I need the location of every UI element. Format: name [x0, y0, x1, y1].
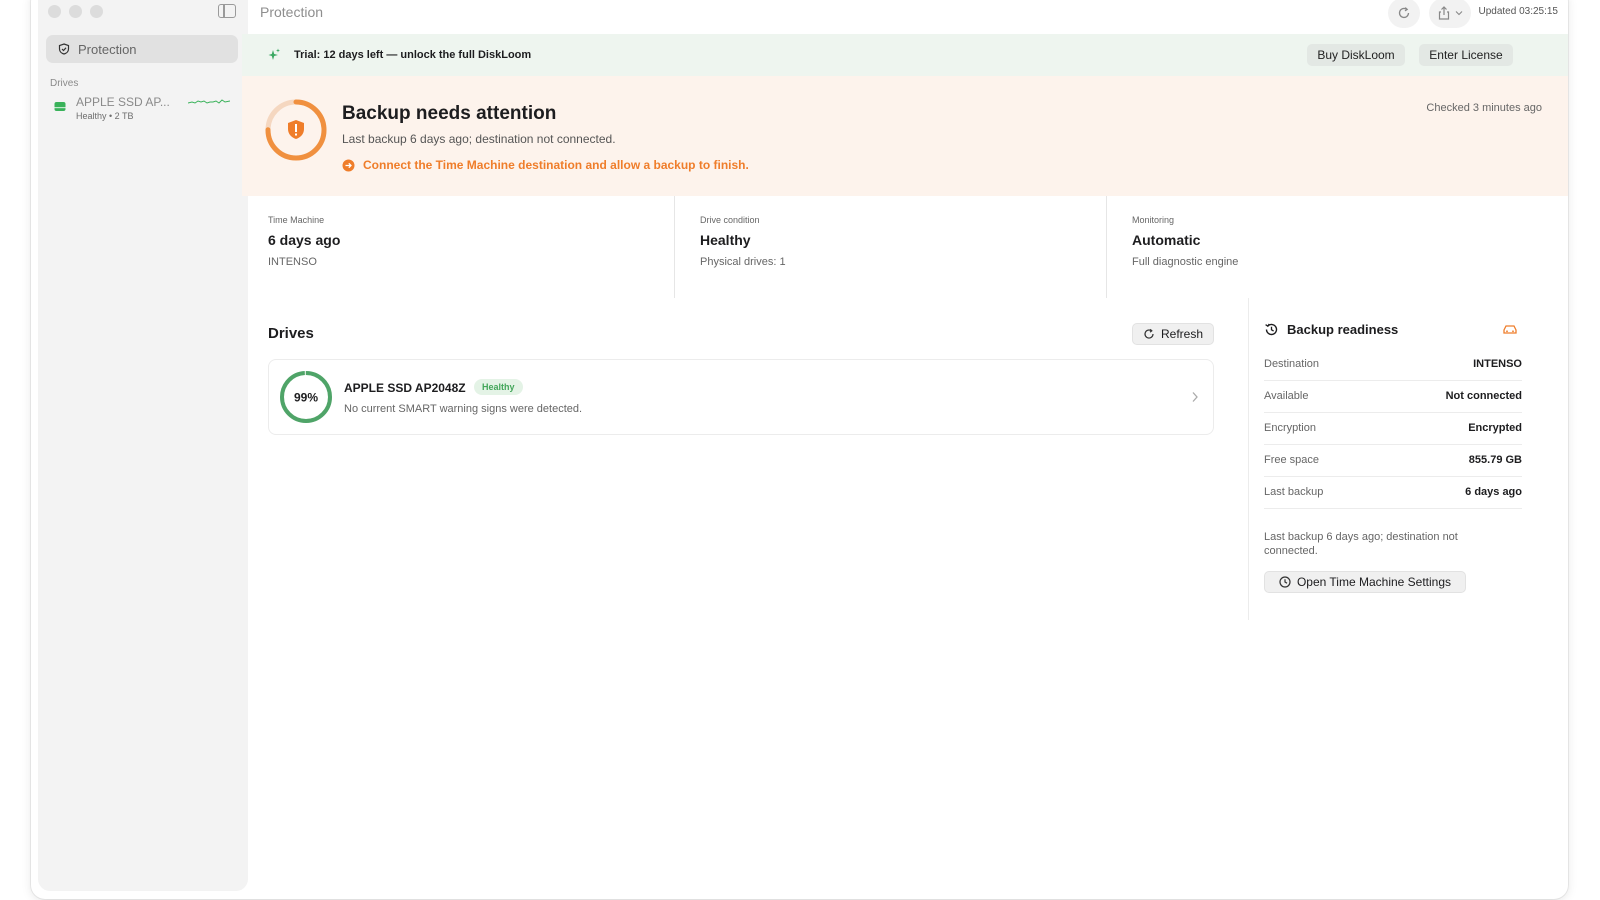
attention-action-text: Connect the Time Machine destination and… [363, 158, 749, 172]
sparkles-icon [268, 48, 280, 60]
attention-panel: Backup needs attention Last backup 6 day… [242, 76, 1568, 196]
refresh-icon [1398, 7, 1410, 19]
readiness-key: Available [1264, 390, 1309, 402]
updated-timestamp: Updated 03:25:15 [1478, 6, 1558, 17]
page-title: Protection [260, 4, 324, 20]
sidebar-item-protection[interactable]: Protection [46, 35, 238, 63]
toolbar: Protection Updated 03:25:15 [242, 0, 1568, 34]
readiness-value: Not connected [1445, 390, 1522, 402]
stat-detail: Full diagnostic engine [1132, 256, 1239, 268]
share-toolbar-button[interactable] [1429, 0, 1471, 28]
stat-value: 6 days ago [268, 232, 341, 248]
divider [1248, 298, 1249, 620]
refresh-icon [1144, 328, 1154, 339]
disk-icon [54, 99, 66, 111]
readiness-value: 855.79 GB [1468, 454, 1522, 466]
main-content: Protection Updated 03:25:15 Trial: 12 da… [242, 0, 1568, 899]
window-controls [48, 5, 103, 18]
trial-banner: Trial: 12 days left — unlock the full Di… [242, 34, 1568, 76]
stat-drive-condition: Drive condition Healthy Physical drives:… [674, 196, 1106, 298]
chevron-down-icon [1455, 11, 1463, 16]
health-percent: 99% [294, 391, 318, 405]
health-gauge: 99% [280, 371, 332, 423]
sidebar-item-drive[interactable]: APPLE SSD AP... Healthy • 2 TB [52, 95, 242, 125]
divider [1106, 196, 1107, 298]
status-badge: Healthy [474, 379, 523, 395]
stat-label: Time Machine [268, 215, 325, 225]
sidebar-item-label: Protection [78, 41, 137, 57]
readiness-header: Backup readiness [1264, 322, 1398, 337]
close-window-button[interactable] [48, 5, 61, 18]
share-icon [1438, 6, 1450, 20]
stat-time-machine: Time Machine 6 days ago INTENSO [242, 196, 674, 298]
trial-text: Trial: 12 days left — unlock the full Di… [294, 49, 532, 61]
readiness-key: Destination [1264, 358, 1320, 370]
readiness-value: Encrypted [1468, 422, 1522, 434]
minimize-window-button[interactable] [69, 5, 82, 18]
shield-alert-icon [288, 120, 304, 139]
attention-action-link[interactable]: Connect the Time Machine destination and… [342, 158, 749, 172]
attention-subtitle: Last backup 6 days ago; destination not … [342, 132, 616, 146]
arrow-circle-right-icon [342, 159, 355, 171]
readiness-title: Backup readiness [1287, 322, 1399, 337]
open-time-machine-settings-button[interactable]: Open Time Machine Settings [1264, 571, 1466, 593]
refresh-button[interactable]: Refresh [1132, 323, 1214, 345]
sidebar-drive-name: APPLE SSD AP... [76, 95, 170, 109]
drive-row[interactable]: 99% APPLE SSD AP2048Z Healthy No current… [268, 359, 1214, 435]
readiness-key: Last backup [1264, 486, 1324, 498]
open-time-machine-settings-label: Open Time Machine Settings [1296, 575, 1452, 589]
stat-value: Healthy [700, 232, 751, 248]
warning-ring [265, 99, 327, 161]
sidebar-drive-size: 2 TB [114, 111, 134, 121]
buy-button[interactable]: Buy DiskLoom [1307, 44, 1405, 66]
divider [674, 196, 675, 298]
drive-description: No current SMART warning signs were dete… [344, 403, 583, 415]
health-sparkline-icon [188, 99, 230, 104]
external-drive-icon [1503, 325, 1517, 334]
readiness-value: INTENSO [1473, 358, 1522, 370]
stat-label: Drive condition [700, 215, 760, 225]
readiness-row: Destination INTENSO [1264, 348, 1522, 381]
stat-value: Automatic [1132, 232, 1201, 248]
sidebar: Protection Drives APPLE SSD AP... Health… [38, 0, 248, 891]
zoom-window-button[interactable] [90, 5, 103, 18]
chevron-right-icon [1192, 392, 1198, 402]
readiness-key: Encryption [1264, 422, 1316, 434]
time-machine-icon [1279, 576, 1291, 588]
stat-monitoring: Monitoring Automatic Full diagnostic eng… [1106, 196, 1538, 298]
stat-detail: Physical drives: 1 [700, 256, 786, 268]
readiness-value: 6 days ago [1465, 486, 1522, 498]
attention-title: Backup needs attention [342, 103, 557, 124]
readiness-row: Encryption Encrypted [1264, 412, 1522, 445]
stats-row: Time Machine 6 days ago INTENSO Drive co… [242, 196, 1568, 298]
sidebar-toggle-icon[interactable] [218, 4, 236, 18]
readiness-row: Available Not connected [1264, 380, 1522, 413]
stat-detail: INTENSO [268, 256, 317, 268]
stat-label: Monitoring [1132, 215, 1175, 225]
enter-license-button[interactable]: Enter License [1419, 44, 1513, 66]
checked-timestamp: Checked 3 minutes ago [1426, 102, 1542, 114]
readiness-row: Last backup 6 days ago [1264, 476, 1522, 509]
refresh-toolbar-button[interactable] [1388, 0, 1420, 28]
sidebar-section-label: Drives [50, 78, 79, 89]
refresh-label: Refresh [1160, 327, 1204, 341]
shield-check-icon [58, 43, 70, 55]
readiness-note: Last backup 6 days ago; destination not … [1264, 531, 1458, 557]
readiness-row: Free space 855.79 GB [1264, 444, 1522, 477]
drives-title: Drives [268, 325, 314, 342]
history-icon [1265, 323, 1278, 336]
sidebar-drive-meta: Healthy • 2 TB [76, 111, 134, 121]
sidebar-drive-status: Healthy [76, 111, 107, 121]
readiness-key: Free space [1264, 454, 1320, 466]
app-window: Protection Drives APPLE SSD AP... Health… [31, 0, 1568, 899]
drive-name: APPLE SSD AP2048Z [344, 381, 466, 395]
